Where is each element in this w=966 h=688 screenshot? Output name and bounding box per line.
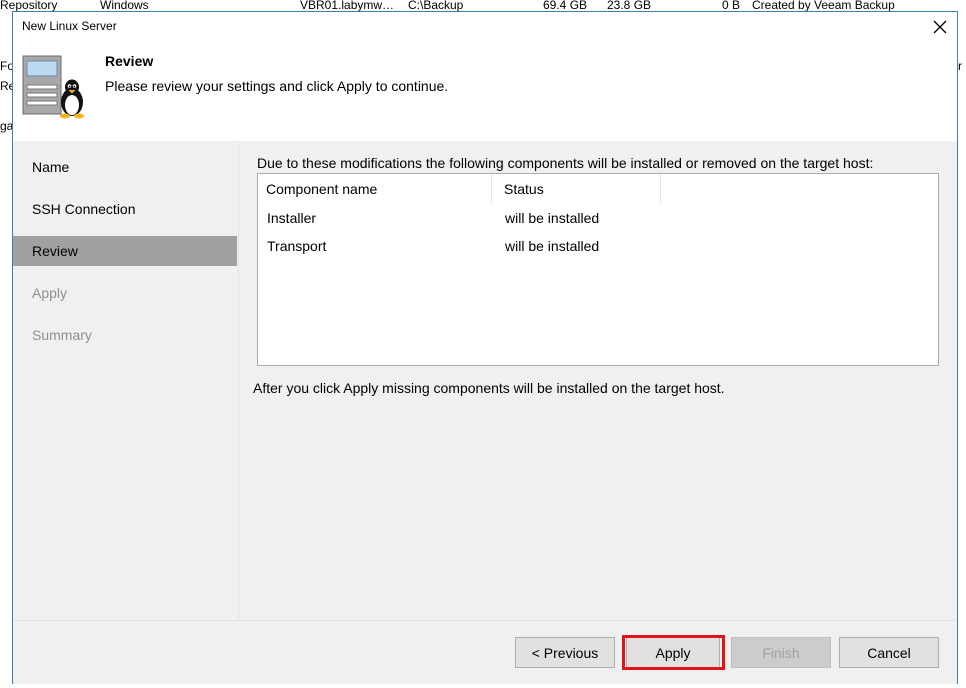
- table-row[interactable]: Installer will be installed: [258, 204, 938, 232]
- table-row[interactable]: Transport will be installed: [258, 232, 938, 260]
- component-status: will be installed: [505, 238, 600, 254]
- sidebar-item-review[interactable]: Review: [13, 236, 237, 266]
- button-bar: < Previous Apply Finish Cancel: [13, 620, 957, 684]
- previous-button[interactable]: < Previous: [515, 637, 615, 668]
- finish-button: Finish: [731, 637, 831, 668]
- step-description: Please review your settings and click Ap…: [105, 78, 449, 94]
- wizard-steps-sidebar: Name SSH Connection Review Apply Summary: [13, 141, 239, 620]
- sidebar-item-apply: Apply: [32, 285, 68, 301]
- linux-server-icon: [22, 55, 84, 119]
- close-button[interactable]: [923, 12, 957, 42]
- dialog-title: New Linux Server: [22, 19, 117, 33]
- new-linux-server-dialog: New Linux Server Review Please review yo…: [12, 11, 958, 684]
- wizard-header: Review Please review your settings and c…: [13, 42, 957, 141]
- apply-button[interactable]: Apply: [626, 637, 720, 668]
- components-list[interactable]: Component name Status Installer will be …: [257, 173, 939, 366]
- close-icon: [933, 20, 947, 34]
- component-name: Installer: [267, 210, 317, 226]
- footer-note: After you click Apply missing components…: [253, 380, 725, 396]
- step-title: Review: [105, 53, 154, 69]
- component-status: will be installed: [505, 210, 600, 226]
- review-content: Due to these modifications the following…: [239, 141, 957, 620]
- column-header-status[interactable]: Status: [492, 174, 661, 204]
- sidebar-item-name[interactable]: Name: [13, 152, 237, 182]
- sidebar-item-ssh-connection[interactable]: SSH Connection: [13, 194, 237, 224]
- bg-fragment: r: [958, 59, 962, 73]
- component-name: Transport: [267, 238, 327, 254]
- title-bar: New Linux Server: [13, 12, 957, 42]
- cancel-button[interactable]: Cancel: [839, 637, 939, 668]
- sidebar-item-summary: Summary: [32, 327, 92, 343]
- column-header-component[interactable]: Component name: [258, 174, 492, 204]
- intro-text: Due to these modifications the following…: [257, 155, 874, 171]
- list-header: Component name Status: [258, 174, 938, 204]
